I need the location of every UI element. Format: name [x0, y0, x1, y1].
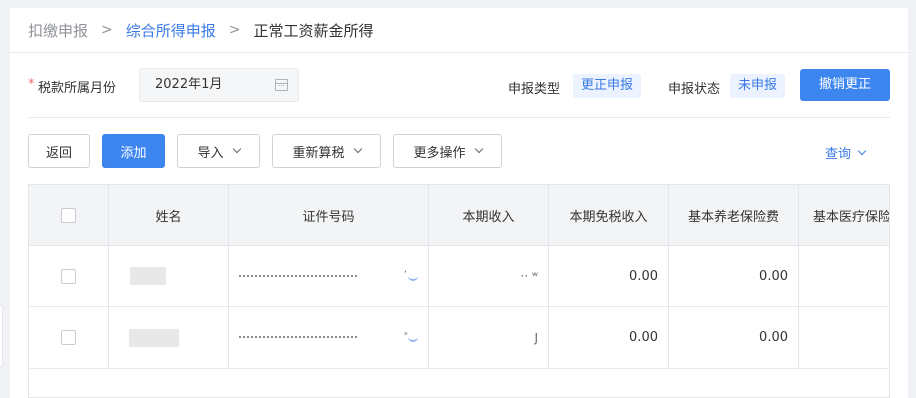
id-number-suffix: ᵊ	[404, 331, 408, 341]
side-collapse-tab[interactable]	[0, 305, 3, 367]
employee-income-table: 姓名 证件号码 本期收入 本期免税收入 基本养老保险费 基本医疗保险 ʻ ·· …	[28, 184, 890, 398]
breadcrumb-root[interactable]: 扣缴申报	[28, 20, 88, 41]
divider	[28, 117, 890, 118]
header-name: 姓名	[109, 185, 229, 245]
id-number-cell: ʻ	[229, 246, 429, 306]
add-button[interactable]: 添加	[102, 134, 165, 168]
breadcrumb-current: 正常工资薪金所得	[253, 21, 374, 40]
back-button-label: 返回	[45, 145, 72, 161]
calendar-icon[interactable]	[275, 79, 288, 91]
table-row[interactable]: ᵊ J 0.00 0.00	[29, 307, 889, 369]
id-number-suffix: ʻ	[404, 270, 407, 280]
header-medical-insurance: 基本医疗保险	[799, 185, 889, 245]
eye-icon[interactable]	[408, 276, 418, 281]
header-income: 本期收入	[429, 185, 549, 245]
required-mark: *	[28, 77, 35, 92]
income-cell: J	[429, 307, 549, 368]
exempt-income-cell: 0.00	[549, 246, 669, 306]
eye-icon[interactable]	[408, 337, 418, 342]
declaration-status-badge: 未申报	[730, 74, 786, 98]
redacted-name	[129, 267, 166, 285]
more-actions-label: 更多操作	[413, 145, 466, 161]
chevron-down-icon	[857, 146, 867, 155]
import-button-label: 导入	[197, 145, 224, 161]
more-actions-dropdown-button[interactable]: 更多操作	[393, 134, 502, 168]
breadcrumb: 扣缴申报 > 综合所得申报 > 正常工资薪金所得	[10, 8, 908, 53]
medical-cell	[799, 307, 889, 368]
revoke-correction-button[interactable]: 撤销更正	[800, 69, 890, 101]
recalculate-button-label: 重新算税	[292, 145, 345, 161]
chevron-down-icon	[474, 144, 483, 154]
declaration-status-label: 申报状态	[668, 82, 721, 97]
table-row[interactable]: ʻ ·· ʷ 0.00 0.00	[29, 246, 889, 307]
redacted-name	[128, 328, 179, 347]
row-checkbox[interactable]	[61, 330, 76, 345]
declaration-panel: 扣缴申报 > 综合所得申报 > 正常工资薪金所得 * 税款所属月份 2022年1…	[10, 8, 908, 398]
month-picker-input[interactable]: 2022年1月	[139, 68, 299, 102]
pension-cell: 0.00	[669, 307, 799, 368]
masked-id-number	[239, 271, 357, 277]
masked-id-number	[239, 332, 357, 338]
back-button[interactable]: 返回	[28, 134, 90, 168]
row-checkbox[interactable]	[61, 268, 76, 284]
pension-cell: 0.00	[669, 246, 799, 306]
add-button-label: 添加	[120, 145, 147, 161]
chevron-right-icon: >	[101, 22, 113, 38]
chevron-down-icon	[232, 144, 241, 154]
declaration-type-badge: 更正申报	[573, 74, 642, 98]
query-toggle-link[interactable]: 查询	[825, 143, 867, 162]
income-value: ·· ʷ	[520, 269, 538, 283]
table-header-row: 姓名 证件号码 本期收入 本期免税收入 基本养老保险费 基本医疗保险	[29, 185, 889, 246]
medical-cell	[799, 246, 889, 306]
chevron-down-icon	[353, 144, 362, 154]
import-dropdown-button[interactable]: 导入	[177, 134, 260, 168]
chevron-right-icon: >	[228, 22, 241, 38]
header-pension-insurance: 基本养老保险费	[669, 185, 799, 245]
header-id-number: 证件号码	[229, 185, 429, 245]
month-label: 税款所属月份	[38, 81, 117, 96]
income-cell: ·· ʷ	[429, 246, 549, 306]
row-checkbox-cell	[29, 307, 109, 368]
query-label: 查询	[825, 147, 852, 162]
id-number-cell: ᵊ	[229, 307, 429, 368]
declaration-type-label: 申报类型	[508, 82, 561, 97]
breadcrumb-parent[interactable]: 综合所得申报	[126, 20, 216, 41]
name-cell	[109, 307, 229, 368]
select-all-checkbox[interactable]	[61, 207, 76, 223]
row-checkbox-cell	[29, 246, 109, 306]
header-checkbox-cell	[29, 185, 109, 245]
name-cell	[109, 246, 229, 306]
income-value: J	[534, 330, 538, 345]
header-tax-exempt-income: 本期免税收入	[549, 185, 669, 245]
recalculate-tax-dropdown-button[interactable]: 重新算税	[272, 134, 381, 168]
filter-row: * 税款所属月份 2022年1月 申报类型 更正申报 申报状态 未申报 撤销更正	[28, 68, 890, 104]
month-value: 2022年1月	[155, 77, 223, 92]
exempt-income-cell: 0.00	[549, 307, 669, 368]
